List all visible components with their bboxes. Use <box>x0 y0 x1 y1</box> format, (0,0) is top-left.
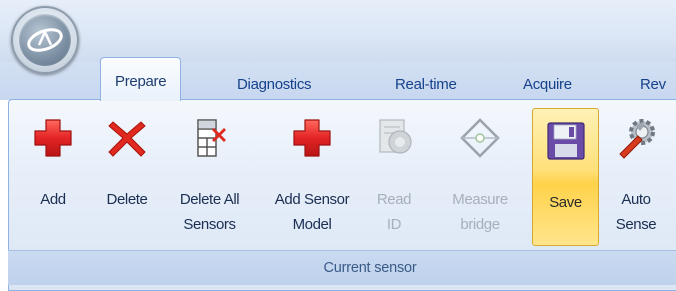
floppy-disk-icon <box>546 122 585 160</box>
delete-all-grid-icon <box>196 119 226 157</box>
ribbon-group-caption: Current sensor <box>323 260 417 276</box>
auto-sense-button-label: Auto Sense <box>615 191 657 233</box>
app-logo-icon <box>27 28 63 52</box>
delete-all-sensors-button-label: Delete All Sensors <box>179 191 240 233</box>
tab-acquire[interactable]: Acquire <box>523 70 572 100</box>
application-menu-button[interactable] <box>11 6 79 74</box>
read-id-icon <box>379 119 412 154</box>
tab-review[interactable]: Rev <box>640 70 666 100</box>
tab-prepare[interactable]: Prepare <box>100 57 182 101</box>
delete-button-label: Delete <box>106 191 148 208</box>
add-sensor-model-button[interactable]: Add Sensor Model <box>258 106 366 246</box>
plus-icon <box>293 119 331 157</box>
save-button-label: Save <box>549 194 582 211</box>
add-sensor-model-button-label: Add Sensor Model <box>274 191 350 233</box>
delete-all-sensors-button[interactable]: Delete All Sensors <box>163 106 256 246</box>
delete-x-icon <box>108 121 146 157</box>
read-id-button-label: Read ID <box>376 191 412 233</box>
plus-icon <box>34 119 72 157</box>
add-button[interactable]: Add <box>25 106 81 246</box>
delete-button[interactable]: Delete <box>93 106 161 246</box>
read-id-button[interactable]: Read ID <box>369 106 419 246</box>
title-bar <box>0 0 676 62</box>
measure-bridge-button[interactable]: Measure bridge <box>438 106 522 246</box>
gear-wrench-icon <box>619 119 655 159</box>
tab-real-time[interactable]: Real-time <box>395 70 457 100</box>
bridge-icon <box>460 118 500 158</box>
tab-diagnostics[interactable]: Diagnostics <box>237 70 312 100</box>
auto-sense-button[interactable]: Auto Sense <box>605 106 667 246</box>
add-button-label: Add <box>40 191 66 208</box>
measure-bridge-button-label: Measure bridge <box>452 191 508 233</box>
save-button[interactable]: Save <box>532 108 599 246</box>
